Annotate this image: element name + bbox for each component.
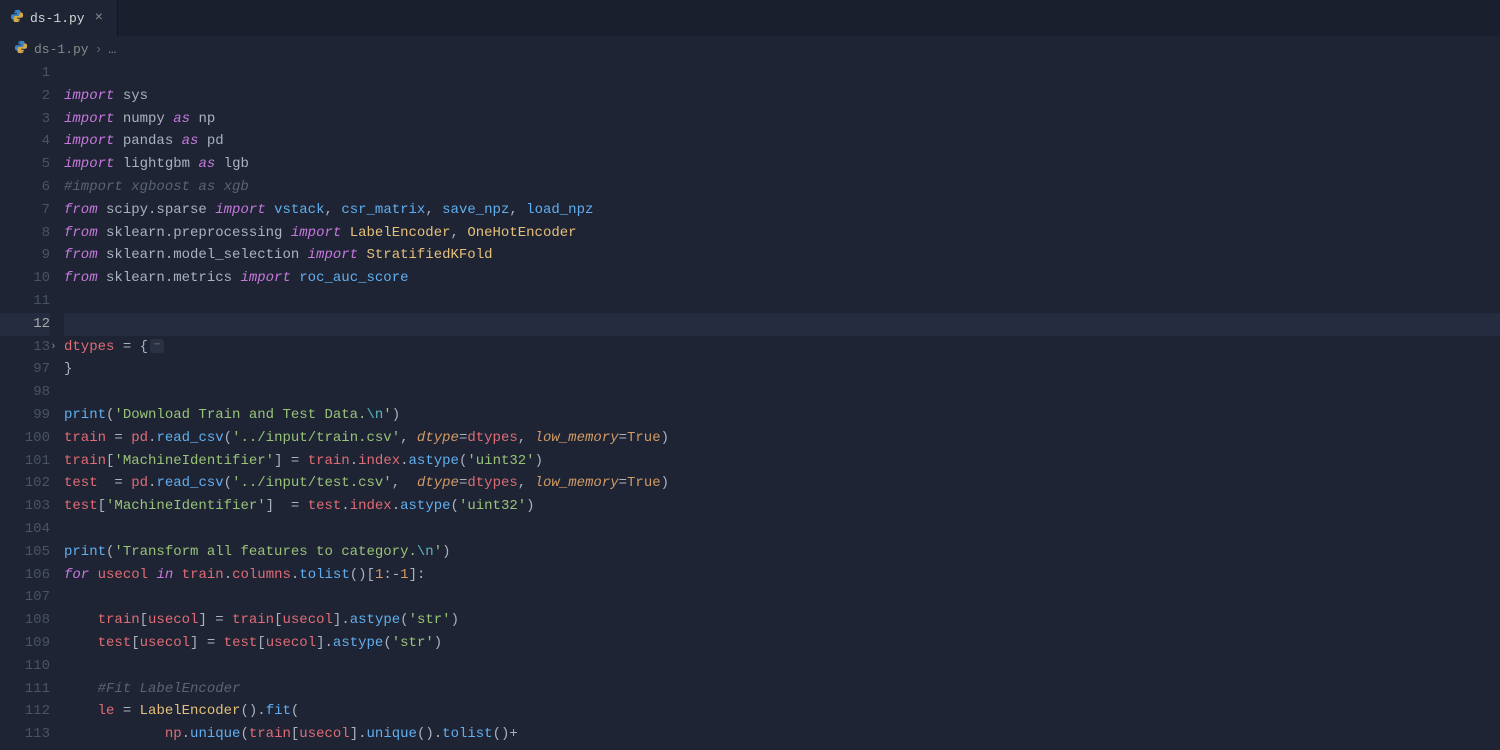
code-line[interactable]: } (64, 358, 1500, 381)
line-number[interactable]: 98 (0, 381, 50, 404)
line-number[interactable]: 3 (0, 108, 50, 131)
line-number[interactable]: 1 (0, 62, 50, 85)
code-line[interactable] (64, 313, 1500, 336)
tab-filename: ds-1.py (30, 11, 85, 26)
code-line[interactable]: from sklearn.metrics import roc_auc_scor… (64, 267, 1500, 290)
line-number[interactable]: 101 (0, 450, 50, 473)
breadcrumb-more: … (108, 42, 116, 57)
line-number[interactable]: 102 (0, 472, 50, 495)
line-number[interactable]: 99 (0, 404, 50, 427)
code-line[interactable]: test['MachineIdentifier'] = test.index.a… (64, 495, 1500, 518)
line-number[interactable]: 108 (0, 609, 50, 632)
line-number[interactable]: 103 (0, 495, 50, 518)
breadcrumb-filename: ds-1.py (34, 42, 89, 57)
code-line[interactable]: #Fit LabelEncoder (64, 678, 1500, 701)
line-number[interactable]: 110 (0, 655, 50, 678)
line-number[interactable]: 111 (0, 678, 50, 701)
fold-chevron-icon[interactable]: › (50, 336, 57, 359)
line-number[interactable]: 106 (0, 564, 50, 587)
line-number[interactable]: 107 (0, 586, 50, 609)
python-file-icon (14, 40, 28, 58)
code-line[interactable]: import pandas as pd (64, 130, 1500, 153)
code-line[interactable] (64, 586, 1500, 609)
code-line[interactable]: train = pd.read_csv('../input/train.csv'… (64, 427, 1500, 450)
line-number[interactable]: 11 (0, 290, 50, 313)
code-line[interactable] (64, 381, 1500, 404)
line-number[interactable]: 6 (0, 176, 50, 199)
line-number[interactable]: 100 (0, 427, 50, 450)
code-line[interactable]: test[usecol] = test[usecol].astype('str'… (64, 632, 1500, 655)
line-number[interactable]: 13 (0, 336, 50, 359)
code-line[interactable] (64, 62, 1500, 85)
code-line[interactable] (64, 518, 1500, 541)
line-number[interactable]: 112 (0, 700, 50, 723)
line-number[interactable]: 104 (0, 518, 50, 541)
code-line[interactable]: train['MachineIdentifier'] = train.index… (64, 450, 1500, 473)
line-number[interactable]: 12 (0, 313, 50, 336)
line-number[interactable]: 5 (0, 153, 50, 176)
line-number[interactable]: 113 (0, 723, 50, 746)
code-line[interactable]: from sklearn.preprocessing import LabelE… (64, 222, 1500, 245)
code-line[interactable]: import lightgbm as lgb (64, 153, 1500, 176)
code-line[interactable]: ›dtypes = {⋯ (64, 336, 1500, 359)
line-number[interactable]: 7 (0, 199, 50, 222)
line-number[interactable]: 4 (0, 130, 50, 153)
code-line[interactable]: import numpy as np (64, 108, 1500, 131)
close-icon[interactable]: × (91, 10, 107, 26)
breadcrumb[interactable]: ds-1.py › … (0, 36, 1500, 62)
line-number[interactable]: 109 (0, 632, 50, 655)
line-number[interactable]: 9 (0, 244, 50, 267)
editor-tab[interactable]: ds-1.py × (0, 0, 118, 36)
chevron-right-icon: › (95, 42, 103, 57)
code-line[interactable]: test = pd.read_csv('../input/test.csv', … (64, 472, 1500, 495)
code-line[interactable]: print('Download Train and Test Data.\n') (64, 404, 1500, 427)
code-line[interactable]: for usecol in train.columns.tolist()[1:-… (64, 564, 1500, 587)
code-line[interactable]: from scipy.sparse import vstack, csr_mat… (64, 199, 1500, 222)
code-line[interactable]: from sklearn.model_selection import Stra… (64, 244, 1500, 267)
code-line[interactable]: train[usecol] = train[usecol].astype('st… (64, 609, 1500, 632)
code-content[interactable]: import sysimport numpy as npimport panda… (64, 62, 1500, 750)
code-line[interactable]: np.unique(train[usecol].unique().tolist(… (64, 723, 1500, 746)
line-number[interactable]: 10 (0, 267, 50, 290)
python-file-icon (10, 9, 24, 27)
code-line[interactable] (64, 290, 1500, 313)
line-number[interactable]: 8 (0, 222, 50, 245)
code-line[interactable]: #import xgboost as xgb (64, 176, 1500, 199)
line-number[interactable]: 105 (0, 541, 50, 564)
line-number[interactable]: 97 (0, 358, 50, 381)
line-number[interactable]: 2 (0, 85, 50, 108)
code-editor[interactable]: 1234567891011121397989910010110210310410… (0, 62, 1500, 750)
tab-bar: ds-1.py × (0, 0, 1500, 36)
code-line[interactable]: import sys (64, 85, 1500, 108)
line-number-gutter[interactable]: 1234567891011121397989910010110210310410… (0, 62, 64, 750)
code-line[interactable] (64, 655, 1500, 678)
code-line[interactable]: print('Transform all features to categor… (64, 541, 1500, 564)
code-line[interactable]: le = LabelEncoder().fit( (64, 700, 1500, 723)
